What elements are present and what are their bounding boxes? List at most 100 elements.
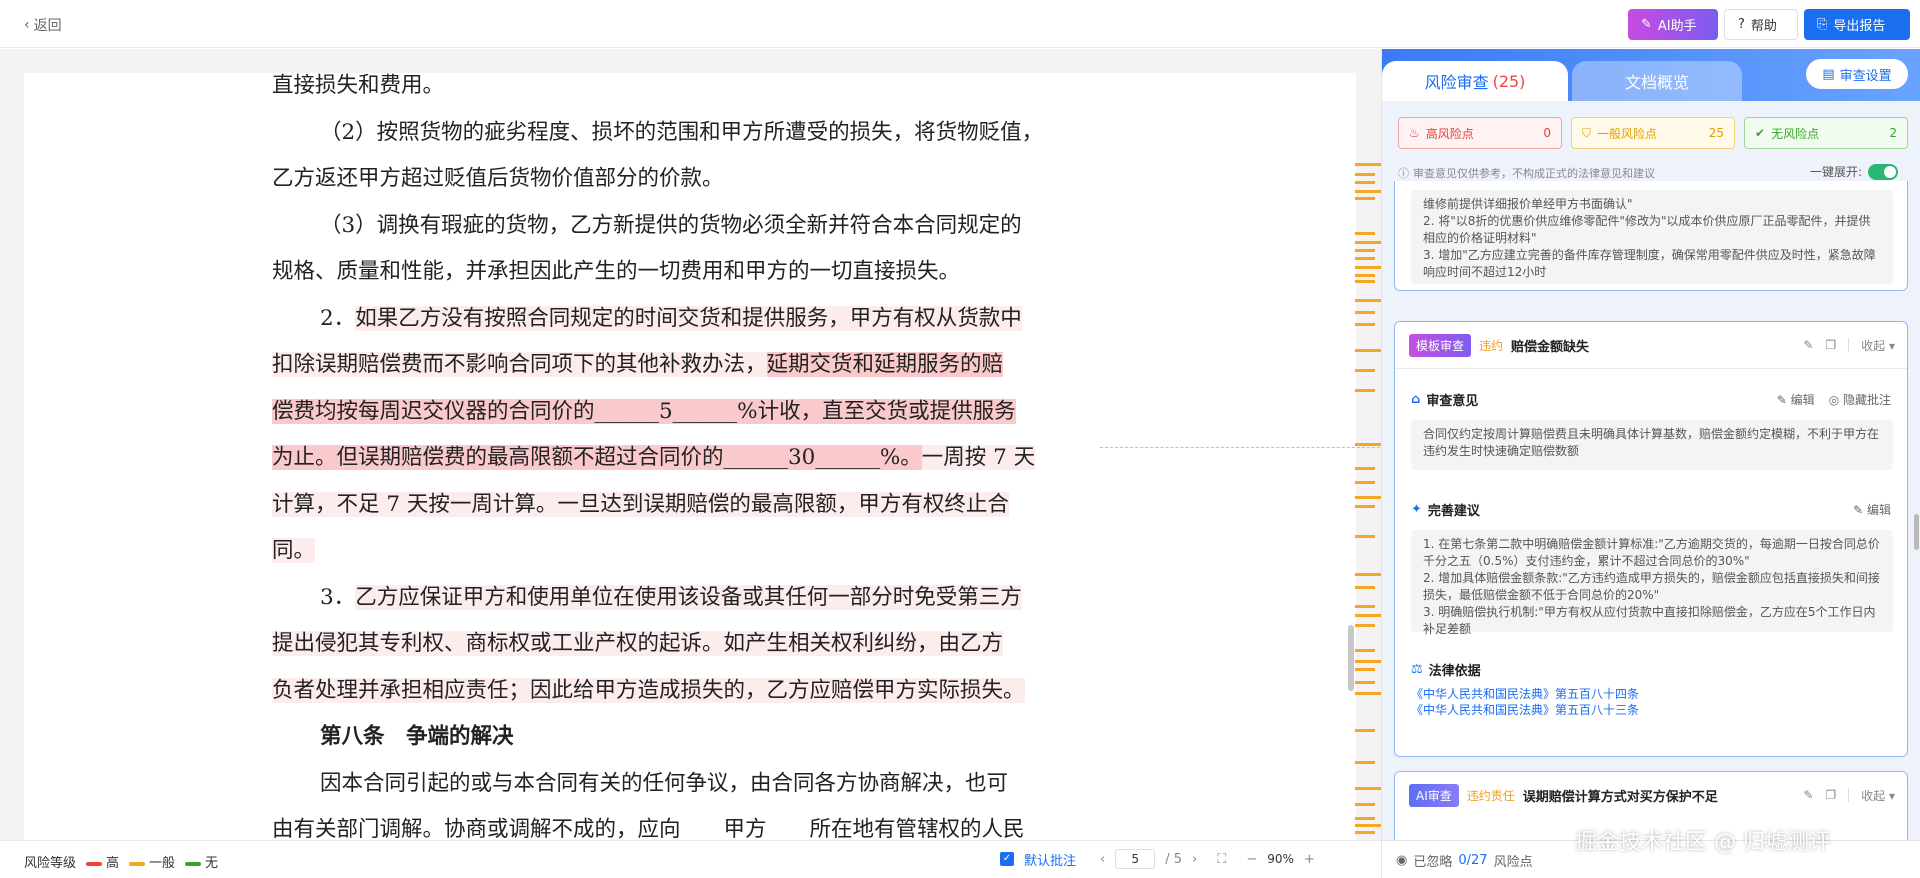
risk-marker[interactable] — [1355, 692, 1381, 695]
suggest-text: 1. 在第七条第二款中明确赔偿金额计算标准:"乙方逾期交货的，每逾期一日按合同总… — [1411, 530, 1893, 636]
law-link[interactable]: 《中华人民共和国民法典》第五百八十四条 — [1411, 686, 1639, 702]
risk-marker[interactable] — [1355, 280, 1375, 283]
risk-marker[interactable] — [1355, 787, 1381, 790]
help-button[interactable]: ? 帮助 — [1724, 9, 1798, 40]
risk-marker[interactable] — [1355, 443, 1381, 446]
fit-screen-icon[interactable]: ⛶ — [1217, 852, 1226, 867]
risk-marker[interactable] — [1355, 163, 1381, 166]
pencil-icon[interactable]: ✎ — [1803, 338, 1813, 352]
risk-marker[interactable] — [1355, 173, 1375, 176]
risk-marker[interactable] — [1355, 668, 1375, 671]
risk-marker[interactable] — [1355, 614, 1381, 617]
risk-marker[interactable] — [1355, 323, 1375, 326]
edit-button[interactable]: ✎ 编辑 — [1853, 501, 1891, 518]
risk-marker[interactable] — [1355, 241, 1381, 244]
panel-scrollbar[interactable] — [1914, 514, 1919, 550]
tab-risk-label: 风险审查 — [1424, 73, 1489, 92]
expand-all-label: 一键展开: — [1810, 165, 1863, 179]
risk-marker[interactable] — [1355, 311, 1375, 314]
review-settings-button[interactable]: ▤ 审查设置 — [1806, 59, 1908, 89]
risk-marker[interactable] — [1355, 190, 1381, 193]
risk-marker[interactable] — [1355, 481, 1375, 484]
risk-marker[interactable] — [1355, 467, 1375, 470]
risk-marker[interactable] — [1355, 496, 1381, 499]
risk-highlight[interactable]: 偿费均按每周迟交仪器的合同价的______5______%计收，直至交货或提供服… — [272, 398, 1016, 424]
highlighted-text[interactable]: 扣除误期赔偿费而不影响合同项下的其他补救办法， — [272, 352, 767, 377]
copy-icon[interactable]: ❐ — [1825, 788, 1836, 802]
risk-marker[interactable] — [1355, 369, 1375, 372]
doc-line: 同。 — [272, 528, 1142, 575]
risk-marker[interactable] — [1355, 197, 1375, 200]
next-page-icon[interactable]: › — [1192, 852, 1197, 867]
risk-marker[interactable] — [1355, 257, 1375, 260]
risk-marker[interactable] — [1355, 232, 1375, 235]
doc-scrollbar[interactable] — [1348, 625, 1354, 691]
tab-overview-label: 文档概览 — [1624, 73, 1689, 92]
risk-marker[interactable] — [1355, 624, 1375, 627]
risk-marker[interactable] — [1355, 649, 1375, 652]
prev-page-icon[interactable]: ‹ — [1100, 852, 1105, 867]
risk-marker[interactable] — [1355, 573, 1381, 576]
highlighted-text[interactable]: 如果乙方没有按照合同规定的时间交货和提供服务，甲方有权从货款中 — [355, 305, 1022, 331]
ai-assistant-button[interactable]: ✎ AI助手 — [1628, 9, 1718, 40]
ignored-count: 0/27 — [1458, 853, 1488, 868]
risk-marker[interactable] — [1355, 389, 1375, 392]
export-report-button[interactable]: ⎘ 导出报告 — [1804, 9, 1910, 40]
risk-marker[interactable] — [1355, 729, 1375, 732]
risk-marker[interactable] — [1355, 824, 1381, 827]
tab-overview[interactable]: 文档概览 — [1572, 61, 1742, 101]
risk-marker[interactable] — [1355, 681, 1375, 684]
highlighted-text[interactable]: 计算，不足 7 天按一周计算。一旦达到误期赔偿的最高限额，甲方有权终止合 — [272, 491, 1009, 517]
risk-marker[interactable] — [1355, 249, 1375, 252]
law-link[interactable]: 《中华人民共和国民法典》第五百八十三条 — [1411, 702, 1639, 718]
risk-marker[interactable] — [1355, 831, 1375, 834]
zoom-in-icon[interactable]: + — [1304, 852, 1315, 867]
no-risk-filter[interactable]: ✔ 无风险点 2 — [1744, 117, 1908, 149]
edit-button[interactable]: ✎ 编辑 — [1777, 391, 1815, 408]
default-note-checkbox[interactable]: ✓ — [1000, 852, 1014, 866]
risk-marker[interactable] — [1355, 274, 1375, 277]
risk-marker[interactable] — [1355, 803, 1375, 806]
back-label: 返回 — [33, 18, 62, 34]
risk-marker[interactable] — [1355, 761, 1375, 764]
risk-legend: 风险等级 高 一般 无 — [24, 852, 218, 871]
pencil-icon[interactable]: ✎ — [1803, 788, 1813, 802]
risk-marker[interactable] — [1355, 660, 1381, 663]
risk-marker[interactable] — [1355, 181, 1375, 184]
risk-marker[interactable] — [1355, 266, 1381, 269]
highlighted-text[interactable]: 提出侵犯其专利权、商标权或工业产权的起诉。如产生相关权利纠纷，由乙方 — [272, 631, 1004, 656]
risk-highlight[interactable]: 延期交货和延期服务的赔 — [766, 352, 1004, 377]
opinion-title: 审查意见 — [1426, 394, 1479, 409]
page-input[interactable]: 5 — [1115, 849, 1156, 869]
highlighted-text[interactable]: 负者处理并承担相应责任；因此给甲方造成损失的，乙方应赔偿甲方实际损失。 — [272, 677, 1025, 703]
expand-all-toggle[interactable] — [1868, 163, 1899, 180]
collapse-button[interactable]: 收起 ▾ — [1861, 337, 1895, 354]
risk-marker[interactable] — [1355, 349, 1381, 352]
highlighted-text[interactable]: 乙方应保证甲方和使用单位在使用该设备或其任何一部分时免受第三方 — [355, 584, 1022, 610]
risk-marker[interactable] — [1355, 586, 1375, 589]
risk-marker[interactable] — [1355, 817, 1375, 820]
copy-icon[interactable]: ❐ — [1825, 338, 1836, 352]
medium-risk-filter[interactable]: ⛉ 一般风险点 25 — [1571, 117, 1735, 149]
highlighted-text[interactable]: 一周按 7 天 — [921, 445, 1036, 470]
high-risk-filter[interactable]: ♨ 高风险点 0 — [1398, 117, 1562, 149]
disclaimer-text: 审查意见仅供参考，不构成正式的法律意见和建议 — [1413, 167, 1655, 180]
hide-note-button[interactable]: ◎ 隐藏批注 — [1829, 391, 1891, 408]
scales-icon: ⚖ — [1411, 662, 1423, 677]
review-card: 维修前提供详细报价单经甲方书面确认" 2. 将"以8折的优惠价供应维修零配件"修… — [1394, 181, 1908, 291]
highlighted-text[interactable]: 同。 — [272, 538, 316, 563]
back-button[interactable]: ‹ 返回 — [24, 15, 62, 35]
risk-marker[interactable] — [1355, 605, 1375, 608]
risk-marker[interactable] — [1355, 505, 1375, 508]
ignored-summary[interactable]: ◉ 已忽略 0/27 风险点 — [1396, 851, 1533, 870]
no-risk-label: 无风险点 — [1771, 126, 1820, 141]
chevron-left-icon: ‹ — [24, 17, 30, 33]
zoom-out-icon[interactable]: − — [1246, 852, 1257, 867]
risk-highlight[interactable]: 为止。但误期赔偿费的最高限额不超过合同价的______30______%。 — [272, 445, 922, 470]
edit-label: 编辑 — [1790, 393, 1815, 407]
risk-marker[interactable] — [1355, 535, 1375, 538]
default-note-label[interactable]: 默认批注 — [1024, 850, 1076, 869]
collapse-button[interactable]: 收起 ▾ — [1861, 787, 1895, 804]
risk-marker[interactable] — [1355, 299, 1381, 302]
tab-risk-review[interactable]: 风险审查 (25) — [1382, 61, 1568, 101]
